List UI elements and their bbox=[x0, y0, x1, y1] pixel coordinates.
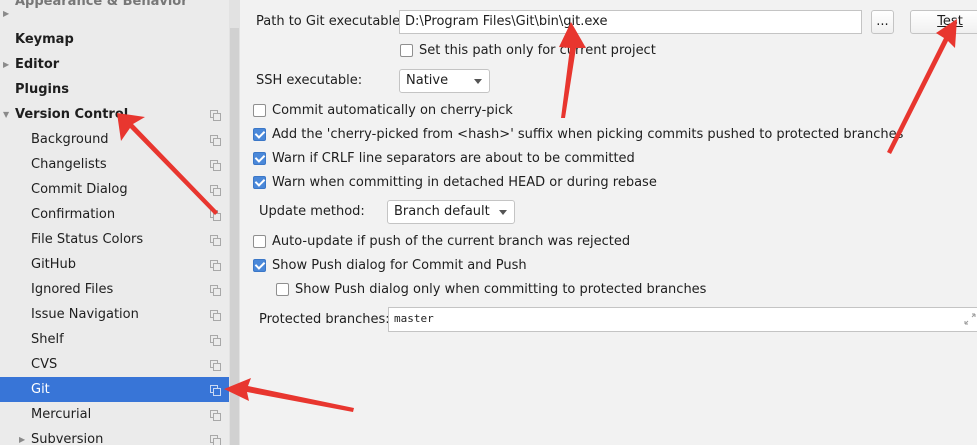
expand-arrow-icon[interactable]: ▶ bbox=[3, 52, 9, 77]
test-button[interactable]: Test bbox=[910, 10, 977, 34]
settings-sidebar: ▶ Appearance & Behavior Keymap ▶ Editor Pl… bbox=[0, 0, 240, 445]
project-scope-icon bbox=[210, 260, 221, 271]
protected-branches-label: Protected branches: bbox=[259, 312, 390, 327]
collapse-arrow-icon[interactable]: ▼ bbox=[3, 102, 9, 127]
sidebar-item-label: Plugins bbox=[15, 82, 69, 97]
project-scope-icon bbox=[210, 385, 221, 396]
sidebar-item-ignored-files[interactable]: Ignored Files bbox=[0, 277, 229, 302]
show-push-dialog-label: Show Push dialog for Commit and Push bbox=[272, 258, 527, 273]
project-scope-icon bbox=[210, 235, 221, 246]
sidebar-item-label: Ignored Files bbox=[31, 282, 114, 297]
sidebar-item-github[interactable]: GitHub bbox=[0, 252, 229, 277]
expand-field-icon[interactable] bbox=[964, 313, 976, 325]
commit-auto-cherry-pick-label: Commit automatically on cherry-pick bbox=[272, 103, 513, 118]
project-scope-icon bbox=[210, 210, 221, 221]
project-scope-icon bbox=[210, 160, 221, 171]
sidebar-item-git[interactable]: Git bbox=[0, 377, 229, 402]
project-scope-icon bbox=[210, 335, 221, 346]
sidebar-item-label: Shelf bbox=[31, 332, 64, 347]
sidebar-item-label: Confirmation bbox=[31, 207, 116, 222]
sidebar-item-label: Appearance & Behavior bbox=[15, 0, 188, 9]
sidebar-item-keymap[interactable]: Keymap bbox=[0, 27, 229, 52]
project-scope-icon bbox=[210, 185, 221, 196]
project-scope-icon bbox=[210, 285, 221, 296]
update-method-select[interactable]: Branch default bbox=[387, 200, 515, 224]
sidebar-item-label: Issue Navigation bbox=[31, 307, 139, 322]
auto-update-push-checkbox[interactable] bbox=[253, 235, 266, 248]
path-project-only-checkbox[interactable] bbox=[400, 44, 413, 57]
sidebar-item-label: Version Control bbox=[15, 107, 129, 122]
commit-auto-cherry-pick-checkbox[interactable] bbox=[253, 104, 266, 117]
path-project-only-label: Set this path only for current project bbox=[419, 43, 656, 58]
scrollbar-thumb[interactable] bbox=[230, 28, 239, 445]
cherry-picked-suffix-label: Add the 'cherry-picked from <hash>' suff… bbox=[272, 127, 904, 142]
show-push-dialog-checkbox[interactable] bbox=[253, 259, 266, 272]
sidebar-item-label: Changelists bbox=[31, 157, 107, 172]
sidebar-item-version-control[interactable]: ▼ Version Control bbox=[0, 102, 229, 127]
sidebar-item-issue-navigation[interactable]: Issue Navigation bbox=[0, 302, 229, 327]
ssh-value: Native bbox=[406, 73, 449, 88]
sidebar-item-label: Mercurial bbox=[31, 407, 92, 422]
git-settings-panel: Path to Git executable: D:\Program Files… bbox=[240, 0, 977, 445]
project-scope-icon bbox=[210, 135, 221, 146]
warn-crlf-label: Warn if CRLF line separators are about t… bbox=[272, 151, 635, 166]
sidebar-item-label: GitHub bbox=[31, 257, 77, 272]
ssh-label: SSH executable: bbox=[256, 73, 363, 88]
update-method-label: Update method: bbox=[259, 204, 365, 219]
sidebar-item-file-status-colors[interactable]: File Status Colors bbox=[0, 227, 229, 252]
push-dialog-protected-only-label: Show Push dialog only when committing to… bbox=[295, 282, 707, 297]
sidebar-item-label: Git bbox=[31, 382, 50, 397]
warn-detached-head-checkbox[interactable] bbox=[253, 176, 266, 189]
sidebar-item-label: File Status Colors bbox=[31, 232, 144, 247]
project-scope-icon bbox=[210, 360, 221, 371]
sidebar-item-mercurial[interactable]: Mercurial bbox=[0, 402, 229, 427]
sidebar-item-cvs[interactable]: CVS bbox=[0, 352, 229, 377]
project-scope-icon bbox=[210, 310, 221, 321]
sidebar-item-commit-dialog[interactable]: Commit Dialog bbox=[0, 177, 229, 202]
sidebar-item-changelists[interactable]: Changelists bbox=[0, 152, 229, 177]
push-dialog-protected-only-checkbox[interactable] bbox=[276, 283, 289, 296]
warn-crlf-checkbox[interactable] bbox=[253, 152, 266, 165]
sidebar-item-editor[interactable]: ▶ Editor bbox=[0, 52, 229, 77]
project-scope-icon bbox=[210, 435, 221, 445]
protected-branches-input[interactable]: master bbox=[388, 307, 977, 332]
sidebar-item-shelf[interactable]: Shelf bbox=[0, 327, 229, 352]
test-button-label: Test bbox=[937, 14, 963, 29]
sidebar-item-label: Background bbox=[31, 132, 109, 147]
dropdown-arrow-icon bbox=[474, 79, 482, 84]
sidebar-item-confirmation[interactable]: Confirmation bbox=[0, 202, 229, 227]
dropdown-arrow-icon bbox=[499, 210, 507, 215]
project-scope-icon bbox=[210, 110, 221, 121]
project-scope-icon bbox=[210, 410, 221, 421]
sidebar-item-label: CVS bbox=[31, 357, 58, 372]
sidebar-item-background[interactable]: Background bbox=[0, 127, 229, 152]
expand-arrow-icon[interactable]: ▶ bbox=[3, 1, 9, 26]
path-label: Path to Git executable: bbox=[256, 14, 405, 29]
git-path-input[interactable]: D:\Program Files\Git\bin\git.exe bbox=[399, 10, 862, 34]
expand-arrow-icon[interactable]: ▶ bbox=[19, 427, 25, 445]
warn-detached-head-label: Warn when committing in detached HEAD or… bbox=[272, 175, 657, 190]
sidebar-item-appearance[interactable]: ▶ Appearance & Behavior bbox=[0, 0, 229, 26]
auto-update-push-label: Auto-update if push of the current branc… bbox=[272, 234, 631, 249]
ssh-executable-select[interactable]: Native bbox=[399, 69, 490, 93]
sidebar-scrollbar[interactable] bbox=[229, 0, 240, 445]
update-method-value: Branch default bbox=[394, 204, 490, 219]
sidebar-item-plugins[interactable]: Plugins bbox=[0, 77, 229, 102]
browse-button[interactable]: ... bbox=[871, 10, 894, 34]
sidebar-item-label: Editor bbox=[15, 57, 60, 72]
sidebar-item-label: Subversion bbox=[31, 432, 104, 445]
sidebar-item-subversion[interactable]: ▶ Subversion bbox=[0, 427, 229, 445]
sidebar-item-label: Commit Dialog bbox=[31, 182, 128, 197]
cherry-picked-suffix-checkbox[interactable] bbox=[253, 128, 266, 141]
sidebar-item-label: Keymap bbox=[15, 32, 74, 47]
